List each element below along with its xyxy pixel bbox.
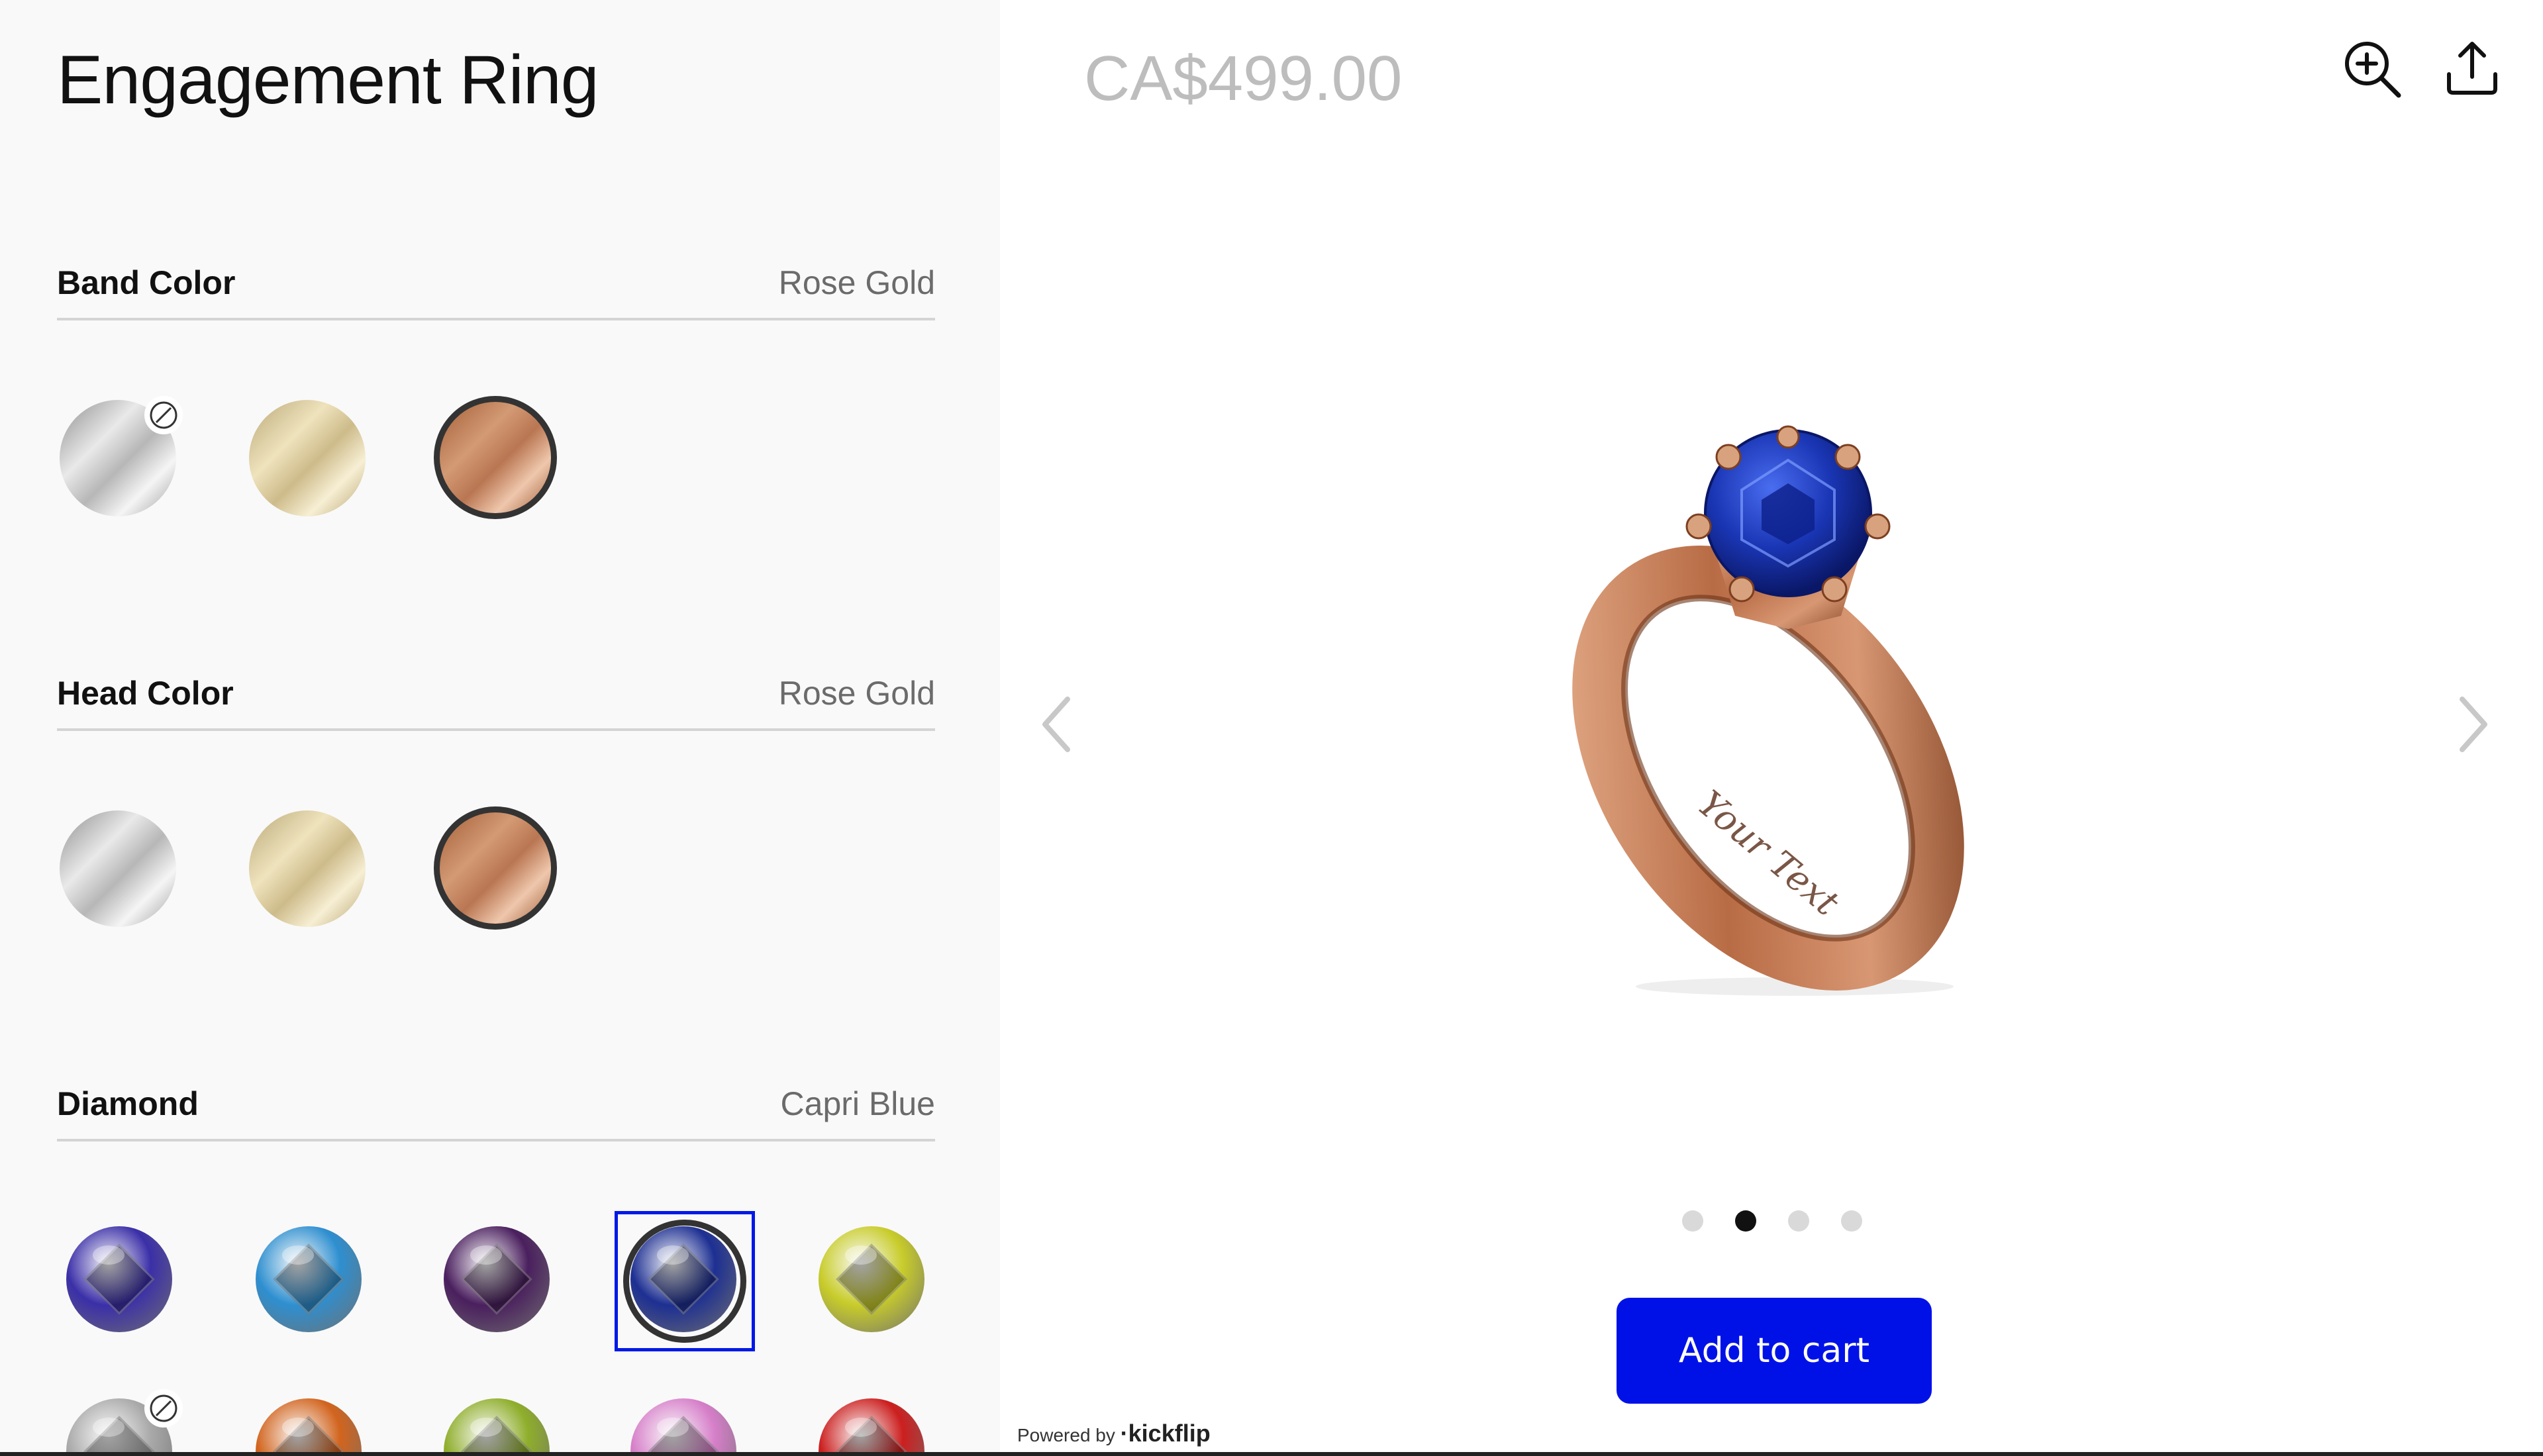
diamond-header: Diamond Capri Blue <box>57 1085 935 1141</box>
diamond-option-5[interactable] <box>819 1226 924 1332</box>
diamond-option-row2-5[interactable] <box>819 1398 924 1456</box>
head-swatch-gold[interactable] <box>249 810 366 927</box>
carousel-dot-4[interactable] <box>1841 1210 1862 1232</box>
gem-shine <box>470 1245 502 1265</box>
band-color-label: Band Color <box>57 264 236 301</box>
gem-shine <box>282 1417 314 1437</box>
head-color-value: Rose Gold <box>778 675 935 712</box>
diamond-option-row2-4[interactable] <box>630 1398 736 1456</box>
gem-shine <box>845 1245 877 1265</box>
zoom-in-icon[interactable] <box>2336 33 2409 106</box>
gem-shine <box>845 1417 877 1437</box>
product-title: Engagement Ring <box>57 42 599 119</box>
carousel-dot-2[interactable] <box>1735 1210 1756 1232</box>
diamond-option-2[interactable] <box>256 1226 362 1332</box>
selected-option-ring <box>623 1220 746 1343</box>
not-available-icon <box>144 396 183 434</box>
diamond-label: Diamond <box>57 1085 199 1122</box>
product-price: CA$499.00 <box>1084 43 1403 114</box>
gem-shine <box>657 1417 689 1437</box>
band-color-value: Rose Gold <box>778 264 935 301</box>
carousel-dot-3[interactable] <box>1788 1210 1809 1232</box>
chevron-left-icon[interactable] <box>1030 685 1083 764</box>
diamond-option-row2-3[interactable] <box>444 1398 550 1456</box>
band-color-header: Band Color Rose Gold <box>57 264 935 320</box>
chevron-right-icon[interactable] <box>2446 685 2499 764</box>
head-swatch-silver[interactable] <box>60 810 176 927</box>
band-swatch-gold[interactable] <box>249 400 366 516</box>
share-icon[interactable] <box>2436 33 2509 106</box>
band-swatch-rose-gold[interactable] <box>434 396 557 519</box>
configurator-panel: Engagement Ring Band Color Rose Gold Hea… <box>0 0 1000 1456</box>
add-to-cart-button[interactable]: Add to cart <box>1617 1298 1932 1404</box>
powered-by[interactable]: Powered by ·kickflip <box>1017 1420 1211 1447</box>
head-swatch-rose-gold[interactable] <box>434 806 557 930</box>
diamond-option-3[interactable] <box>444 1226 550 1332</box>
powered-by-text: Powered by <box>1017 1425 1115 1445</box>
kickflip-logo: ·kickflip <box>1120 1420 1211 1447</box>
diamond-option-row2-2[interactable] <box>256 1398 362 1456</box>
carousel-dot-1[interactable] <box>1682 1210 1703 1232</box>
not-available-icon <box>144 1389 183 1428</box>
bottom-divider <box>0 1452 2543 1456</box>
head-color-label: Head Color <box>57 675 234 712</box>
head-color-header: Head Color Rose Gold <box>57 675 935 731</box>
product-image: Your Text <box>1497 397 2066 1006</box>
gem-shine <box>470 1417 502 1437</box>
gem-shine <box>93 1417 125 1437</box>
diamond-option-1[interactable] <box>66 1226 172 1332</box>
diamond-value: Capri Blue <box>780 1085 935 1122</box>
gem-shine <box>93 1245 125 1265</box>
gem-shine <box>282 1245 314 1265</box>
